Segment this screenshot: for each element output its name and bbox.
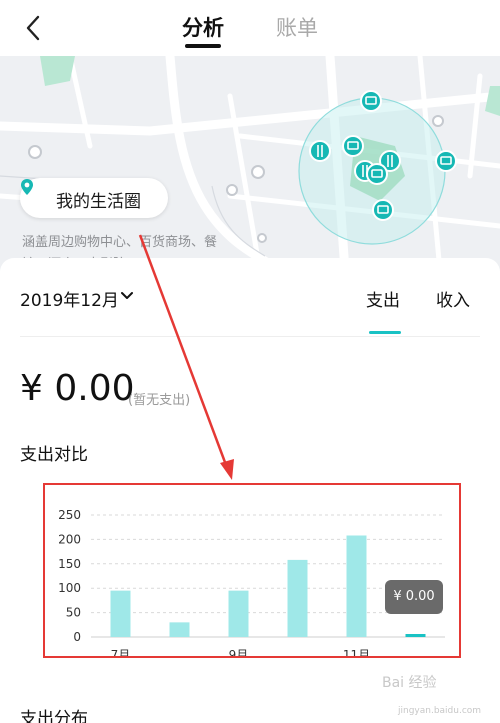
x-tick-label: 9月 bbox=[229, 648, 249, 656]
x-tick-label: 7月 bbox=[111, 648, 131, 656]
location-pin-icon bbox=[21, 179, 33, 195]
chart-tooltip: ¥ 0.00 bbox=[385, 580, 443, 614]
top-bar: 分析 账单 bbox=[0, 0, 500, 56]
y-tick-label: 150 bbox=[58, 557, 81, 571]
watermark-sub: jingyan.baidu.com bbox=[398, 706, 482, 716]
chevron-down-icon[interactable] bbox=[120, 289, 134, 303]
tab-bill[interactable]: 账单 bbox=[276, 12, 318, 42]
watermark: Bai 经验 bbox=[382, 675, 437, 691]
y-tick-label: 250 bbox=[58, 508, 81, 522]
amount-note: (暂无支出) bbox=[128, 393, 191, 408]
chart-bar[interactable] bbox=[287, 559, 308, 637]
x-tick-label: 11月 bbox=[343, 648, 370, 656]
analysis-card: 2019年12月 支出 收入 ¥ 0.00 (暂无支出) 支出对比 0 50 100… bbox=[0, 258, 500, 723]
life-circle-map[interactable]: 我的生活圈 涵盖周边购物中心、百货商场、餐馆、酒店、电影院... bbox=[0, 56, 500, 271]
y-tick-label: 100 bbox=[58, 581, 81, 595]
divider bbox=[20, 336, 480, 337]
life-circle-title: 我的生活圈 bbox=[56, 192, 141, 212]
chart-bar[interactable] bbox=[110, 590, 131, 637]
segment-active-indicator bbox=[369, 331, 401, 334]
month-selector[interactable]: 2019年12月 bbox=[20, 286, 119, 311]
chart-bar[interactable] bbox=[405, 634, 426, 637]
segment-income[interactable]: 收入 bbox=[436, 286, 470, 311]
chart-bar[interactable] bbox=[228, 590, 249, 637]
chart-bar[interactable] bbox=[346, 535, 367, 637]
y-tick-label: 0 bbox=[73, 630, 81, 644]
tab-active-indicator bbox=[185, 44, 221, 48]
section-title-distribution: 支出分布 bbox=[20, 709, 88, 723]
expense-compare-chart[interactable]: 0 50 100 150 200 250 7月 9月 11月 ¥ 0.00 bbox=[43, 483, 461, 658]
chart-bar[interactable] bbox=[169, 622, 190, 637]
chevron-left-icon bbox=[26, 15, 40, 41]
total-amount: ¥ 0.00 bbox=[20, 368, 135, 409]
y-tick-label: 50 bbox=[66, 606, 81, 620]
back-button[interactable] bbox=[16, 10, 52, 46]
segment-expense[interactable]: 支出 bbox=[366, 286, 400, 311]
chart-canvas: 0 50 100 150 200 250 7月 9月 11月 bbox=[58, 508, 445, 656]
tab-analysis[interactable]: 分析 bbox=[182, 12, 224, 42]
section-title-compare: 支出对比 bbox=[20, 445, 88, 465]
life-circle-bubble[interactable]: 我的生活圈 bbox=[20, 178, 168, 218]
y-tick-label: 200 bbox=[58, 532, 81, 546]
